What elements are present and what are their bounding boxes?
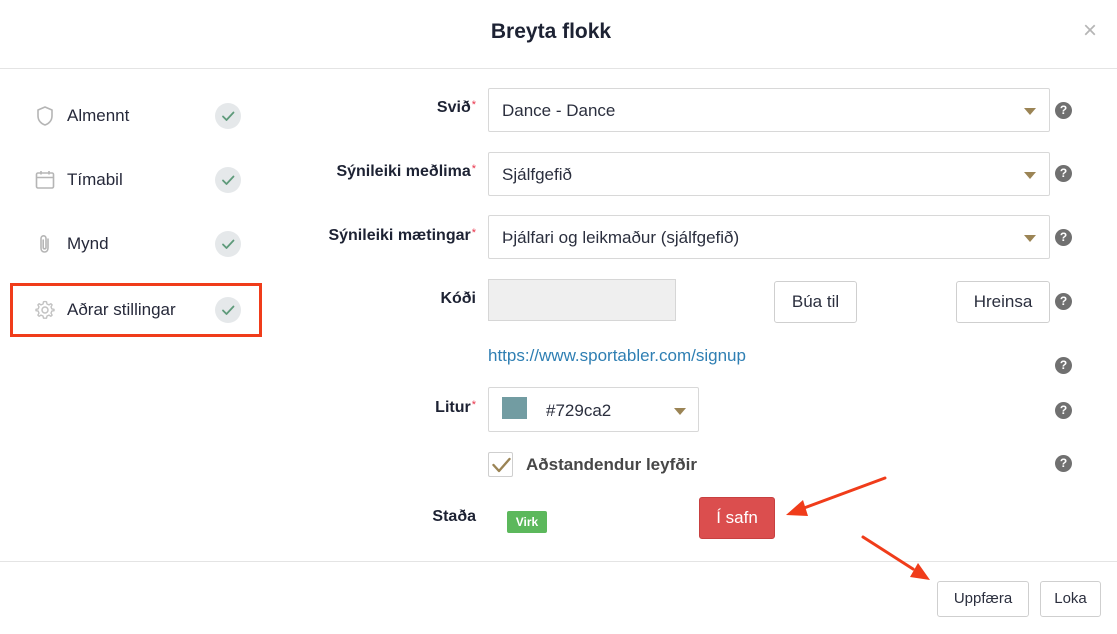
synileiki-maetingar-value: Þjálfari og leikmaður (sjálfgefið) bbox=[502, 228, 740, 247]
archive-button[interactable]: Í safn bbox=[699, 497, 775, 539]
adstandendur-checkbox[interactable] bbox=[488, 452, 513, 477]
check-icon bbox=[215, 103, 241, 129]
color-value: #729ca2 bbox=[546, 401, 612, 420]
close-button[interactable]: Loka bbox=[1040, 581, 1101, 617]
litur-label: Litur* bbox=[435, 399, 476, 416]
kodi-label: Kóði bbox=[440, 290, 476, 307]
help-icon[interactable]: ? bbox=[1055, 357, 1072, 374]
sidebar-item-timabil[interactable]: Tímabil bbox=[10, 153, 262, 207]
synileiki-maetingar-label: Sýnileiki mætingar* bbox=[328, 227, 476, 244]
sidebar-item-almennt[interactable]: Almennt bbox=[10, 89, 262, 143]
modal-header: Breyta flokk × bbox=[0, 0, 1117, 69]
sidebar-item-label: Mynd bbox=[67, 234, 109, 253]
synileiki-maetingar-select[interactable]: Þjálfari og leikmaður (sjálfgefið) bbox=[488, 215, 1050, 259]
chevron-down-icon bbox=[1024, 235, 1036, 242]
paperclip-icon bbox=[34, 233, 56, 255]
sidebar-item-adrar-stillingar[interactable]: Aðrar stillingar bbox=[10, 283, 262, 337]
chevron-down-icon bbox=[1024, 172, 1036, 179]
sidebar-item-label: Aðrar stillingar bbox=[67, 300, 176, 319]
required-marker: * bbox=[471, 399, 476, 411]
help-icon[interactable]: ? bbox=[1055, 455, 1072, 472]
calendar-icon bbox=[34, 169, 56, 191]
help-icon[interactable]: ? bbox=[1055, 165, 1072, 182]
close-icon[interactable]: × bbox=[1083, 18, 1097, 44]
svid-select[interactable]: Dance - Dance bbox=[488, 88, 1050, 132]
stada-label: Staða bbox=[432, 508, 476, 525]
synileiki-medlima-select[interactable]: Sjálfgefið bbox=[488, 152, 1050, 196]
required-marker: * bbox=[471, 163, 476, 175]
sidebar-item-label: Almennt bbox=[67, 106, 130, 125]
checkmark-icon bbox=[492, 457, 511, 473]
color-swatch bbox=[502, 397, 527, 419]
generate-code-button[interactable]: Búa til bbox=[774, 281, 857, 323]
adstandendur-label: Aðstandendur leyfðir bbox=[526, 455, 697, 474]
check-icon bbox=[215, 167, 241, 193]
synileiki-medlima-value: Sjálfgefið bbox=[502, 165, 572, 184]
arrow-to-update-icon bbox=[861, 535, 930, 580]
help-icon[interactable]: ? bbox=[1055, 402, 1072, 419]
code-input[interactable] bbox=[488, 279, 676, 321]
check-icon bbox=[215, 297, 241, 323]
sidebar-item-mynd[interactable]: Mynd bbox=[10, 217, 262, 271]
arrow-to-archive-icon bbox=[786, 476, 887, 516]
sidebar-item-label: Tímabil bbox=[67, 170, 123, 189]
update-button[interactable]: Uppfæra bbox=[937, 581, 1029, 617]
help-icon[interactable]: ? bbox=[1055, 229, 1072, 246]
status-badge: Virk bbox=[507, 511, 547, 533]
check-icon bbox=[215, 231, 241, 257]
chevron-down-icon bbox=[1024, 108, 1036, 115]
clear-code-button[interactable]: Hreinsa bbox=[956, 281, 1050, 323]
svid-label: Svið* bbox=[436, 99, 476, 116]
color-select[interactable]: #729ca2 bbox=[488, 387, 699, 432]
help-icon[interactable]: ? bbox=[1055, 102, 1072, 119]
help-icon[interactable]: ? bbox=[1055, 293, 1072, 310]
shield-icon bbox=[34, 105, 56, 127]
modal-title: Breyta flokk bbox=[490, 20, 612, 43]
signup-link[interactable]: https://www.sportabler.com/signup bbox=[488, 346, 746, 366]
required-marker: * bbox=[471, 227, 476, 239]
chevron-down-icon bbox=[674, 408, 686, 415]
synileiki-medlima-label: Sýnileiki meðlima* bbox=[336, 163, 476, 180]
required-marker: * bbox=[471, 99, 476, 111]
gear-icon bbox=[34, 299, 56, 321]
svid-value: Dance - Dance bbox=[502, 101, 616, 120]
footer-divider bbox=[0, 561, 1117, 562]
